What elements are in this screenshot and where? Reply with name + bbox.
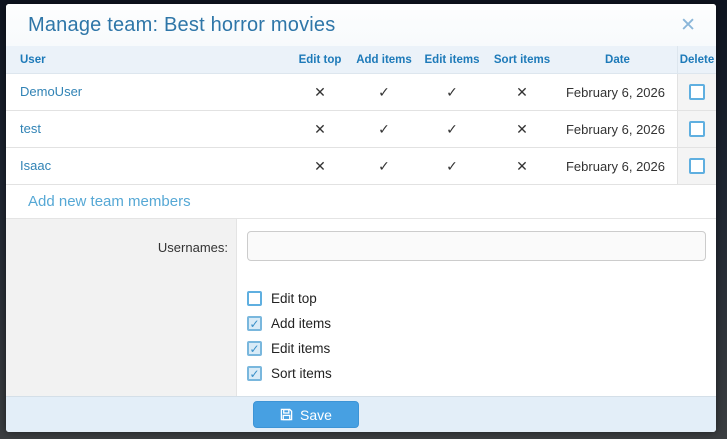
manage-team-modal: Manage team: Best horror movies ✕ User E…: [6, 4, 716, 432]
permission-checkbox[interactable]: ✓: [247, 341, 262, 356]
delete-checkbox[interactable]: [689, 158, 705, 174]
edit-items-flag: ✓: [418, 158, 486, 175]
usernames-label: Usernames:: [158, 240, 228, 255]
modal-titlebar: Manage team: Best horror movies ✕: [6, 4, 716, 46]
table-row: test ✕ ✓ ✓ ✕ February 6, 2026: [6, 111, 716, 148]
permission-checkbox[interactable]: [247, 291, 262, 306]
modal-footer: Save: [6, 396, 716, 432]
sort-items-flag: ✕: [486, 158, 558, 175]
date-cell: February 6, 2026: [558, 122, 677, 137]
edit-top-flag: ✕: [290, 84, 350, 101]
sort-items-flag: ✕: [486, 121, 558, 138]
table-row: Isaac ✕ ✓ ✓ ✕ February 6, 2026: [6, 148, 716, 185]
add-members-heading: Add new team members: [28, 193, 191, 210]
edit-top-flag: ✕: [290, 158, 350, 175]
user-link[interactable]: Isaac: [20, 158, 51, 173]
permission-row: ✓ Sort items: [247, 366, 706, 381]
add-items-flag: ✓: [350, 158, 418, 175]
modal-title: Manage team: Best horror movies: [28, 14, 674, 37]
edit-top-flag: ✕: [290, 121, 350, 138]
save-button[interactable]: Save: [253, 401, 359, 428]
delete-checkbox[interactable]: [689, 121, 705, 137]
edit-items-flag: ✓: [418, 121, 486, 138]
user-link[interactable]: DemoUser: [20, 84, 82, 99]
table-row: DemoUser ✕ ✓ ✓ ✕ February 6, 2026: [6, 74, 716, 111]
column-header-edit-top: Edit top: [290, 54, 350, 66]
add-items-flag: ✓: [350, 121, 418, 138]
permission-label: Sort items: [271, 366, 332, 381]
add-members-section-header: Add new team members: [6, 185, 716, 219]
table-header-row: User Edit top Add items Edit items Sort …: [6, 46, 716, 74]
column-header-add-items: Add items: [350, 54, 418, 66]
column-header-sort-items: Sort items: [486, 54, 558, 66]
column-header-user: User: [6, 54, 290, 66]
permission-label: Edit top: [271, 291, 317, 306]
permissions-list: Edit top ✓ Add items ✓ Edit items ✓ Sort…: [247, 291, 706, 381]
date-cell: February 6, 2026: [558, 85, 677, 100]
sort-items-flag: ✕: [486, 84, 558, 101]
floppy-disk-icon: [280, 408, 293, 421]
column-header-edit-items: Edit items: [418, 54, 486, 66]
close-icon[interactable]: ✕: [674, 14, 702, 37]
permission-row: ✓ Edit items: [247, 341, 706, 356]
team-table: User Edit top Add items Edit items Sort …: [6, 46, 716, 185]
team-table-body: DemoUser ✕ ✓ ✓ ✕ February 6, 2026 test ✕…: [6, 74, 716, 185]
permission-label: Edit items: [271, 341, 330, 356]
usernames-input[interactable]: [247, 231, 706, 261]
date-cell: February 6, 2026: [558, 159, 677, 174]
column-header-date: Date: [558, 54, 677, 66]
save-button-label: Save: [300, 407, 332, 423]
permission-row: Edit top: [247, 291, 706, 306]
user-link[interactable]: test: [20, 121, 41, 136]
permission-label: Add items: [271, 316, 331, 331]
column-header-delete: Delete: [677, 46, 716, 73]
add-members-form: Usernames: Edit top ✓ Add items ✓ Edit i…: [6, 219, 716, 396]
add-items-flag: ✓: [350, 84, 418, 101]
permission-row: ✓ Add items: [247, 316, 706, 331]
edit-items-flag: ✓: [418, 84, 486, 101]
delete-checkbox[interactable]: [689, 84, 705, 100]
permission-checkbox[interactable]: ✓: [247, 316, 262, 331]
permission-checkbox[interactable]: ✓: [247, 366, 262, 381]
